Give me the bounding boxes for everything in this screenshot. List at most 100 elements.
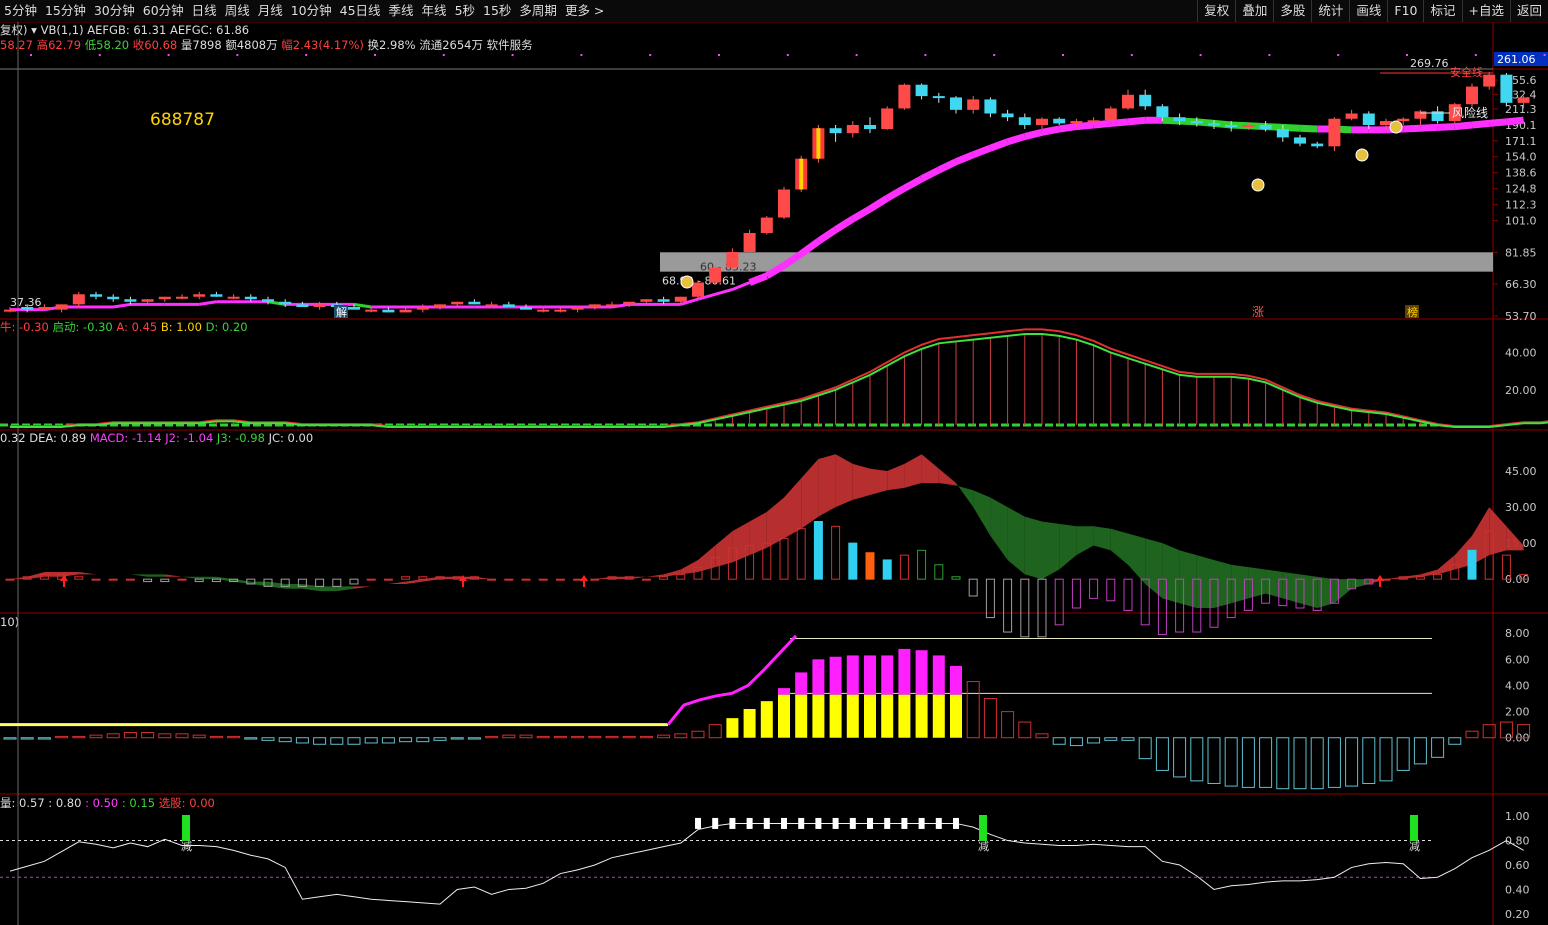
sell-marker-label-2: 减 [1409,840,1420,853]
pane3-ytick-0: 45.00 [1505,465,1537,478]
pane4-bar-32 [553,735,567,739]
macd-ribbon-75 [1282,571,1300,604]
top-dot-84 [1474,54,1477,56]
pane5-top-bar-41 [712,817,719,829]
ma-segment-75 [1282,123,1301,132]
macd-bar-7 [125,578,135,581]
pane5-top-bar-44 [763,817,770,829]
macd-ribbon-63 [1076,526,1094,556]
ma-segment-76 [1299,124,1318,133]
pane4-bar-41 [708,724,722,739]
macd-bar-50 [865,552,875,580]
top-dot-56 [993,54,996,56]
pane5-top-bar-46 [798,817,805,829]
pane3-ytick-1: 30.00 [1505,501,1537,514]
macd-ribbon-44 [749,511,767,556]
top-dot-60 [1062,54,1064,56]
pane4-bar-33 [571,735,585,739]
pane5-top-bar-53 [918,817,925,829]
candle-body-59 [1018,117,1031,125]
candle-body-17 [296,304,309,307]
macd-bar-60 [1037,578,1047,638]
macd-bar-22 [383,578,393,581]
macd-bar-29 [504,578,514,581]
macd-bar-59 [1020,578,1030,638]
top-dot-36 [649,54,652,56]
macd-bar-39 [676,573,686,580]
chart-canvas[interactable]: 60 - 85.2368.98 - 80.61255.6232.4211.319… [0,0,1548,925]
candle-body-22 [382,309,395,313]
candle-body-51 [881,108,894,130]
top-dot-24 [442,54,445,56]
pane4-bar-2 [37,737,51,740]
ma-segment-88 [1506,116,1524,126]
candle-body-68 [1173,117,1186,122]
macd-bar-52 [899,554,909,580]
pane5-ytick-3: 0.40 [1505,883,1530,896]
pane4-magenta-bar-52 [898,648,911,695]
candle-body-8 [141,299,154,302]
top-dot-80 [1406,54,1408,56]
pane4-bar-17 [295,737,309,744]
macd-ribbon-43 [732,521,750,563]
money-bag-icon-1 [1251,178,1265,192]
pane4-bar-82 [1413,737,1427,765]
candle-body-87 [1500,74,1513,103]
pane4-ytick-0: 8.00 [1505,627,1530,640]
pane4-bar-4 [72,735,86,739]
top-dot-48 [855,54,858,56]
ma-segment-55 [937,158,958,174]
candle-body-74 [1276,129,1289,138]
macd-bar-58 [1003,578,1013,633]
candle-body-60 [1036,118,1048,125]
candle-body-34 [588,304,601,307]
pane5-line [9,822,1524,905]
macd-bar-63 [1089,578,1099,599]
candle-body-36 [623,301,636,305]
macd-ribbon-74 [1265,569,1283,599]
candle-body-5 [90,294,102,297]
pane4-yellow-bar-54 [932,694,945,738]
candle-body-13 [227,296,240,299]
top-dot-12 [236,54,239,56]
macd-ribbon-24 [405,579,423,584]
candle-body-67 [1156,106,1169,118]
high-price-label: 269.76 [1410,57,1449,70]
candle-body-28 [485,304,498,307]
ma-segment-63 [1076,121,1094,131]
pane4-yellow-bar-44 [760,701,773,738]
pane4-bar-65 [1121,737,1135,741]
macd-ribbon-64 [1093,526,1111,551]
macd-ribbon-21 [354,586,372,589]
macd-ribbon-68 [1162,543,1180,604]
macd-bar-64 [1106,578,1116,602]
macd-bar-83 [1433,573,1443,580]
candle-body-6 [107,296,120,300]
macd-ribbon-54 [921,454,939,484]
macd-bar-85 [1467,549,1477,580]
pane4-bar-74 [1276,737,1290,790]
pane4-yellow-bar-45 [778,694,790,738]
pane4-bar-31 [536,735,550,739]
top-dot-0 [30,54,32,56]
top-dot-52 [924,54,927,56]
pane4-magenta-bar-50 [864,655,876,695]
candle-body-77 [1328,118,1341,147]
macd-bar-49 [848,542,858,580]
main-ytick-10: 81.85 [1505,246,1537,259]
pane4-yellow-bar-52 [898,694,911,738]
pane4-bar-83 [1431,737,1445,758]
ma-segment-54 [920,166,941,183]
ma-segment-50 [851,205,872,223]
macd-bar-48 [831,525,841,580]
candle-body-75 [1294,137,1306,144]
pane4-bar-71 [1224,737,1238,787]
candle-body-56 [967,99,980,110]
ma-segment-21 [353,302,372,309]
buy-arrow-icon-2 [580,575,588,587]
macd-bar-24 [418,576,428,580]
pane4-bar-27 [467,737,481,740]
candle-body-78 [1345,113,1358,119]
candle-body-49 [846,124,859,134]
macd-bar-4 [74,576,84,580]
